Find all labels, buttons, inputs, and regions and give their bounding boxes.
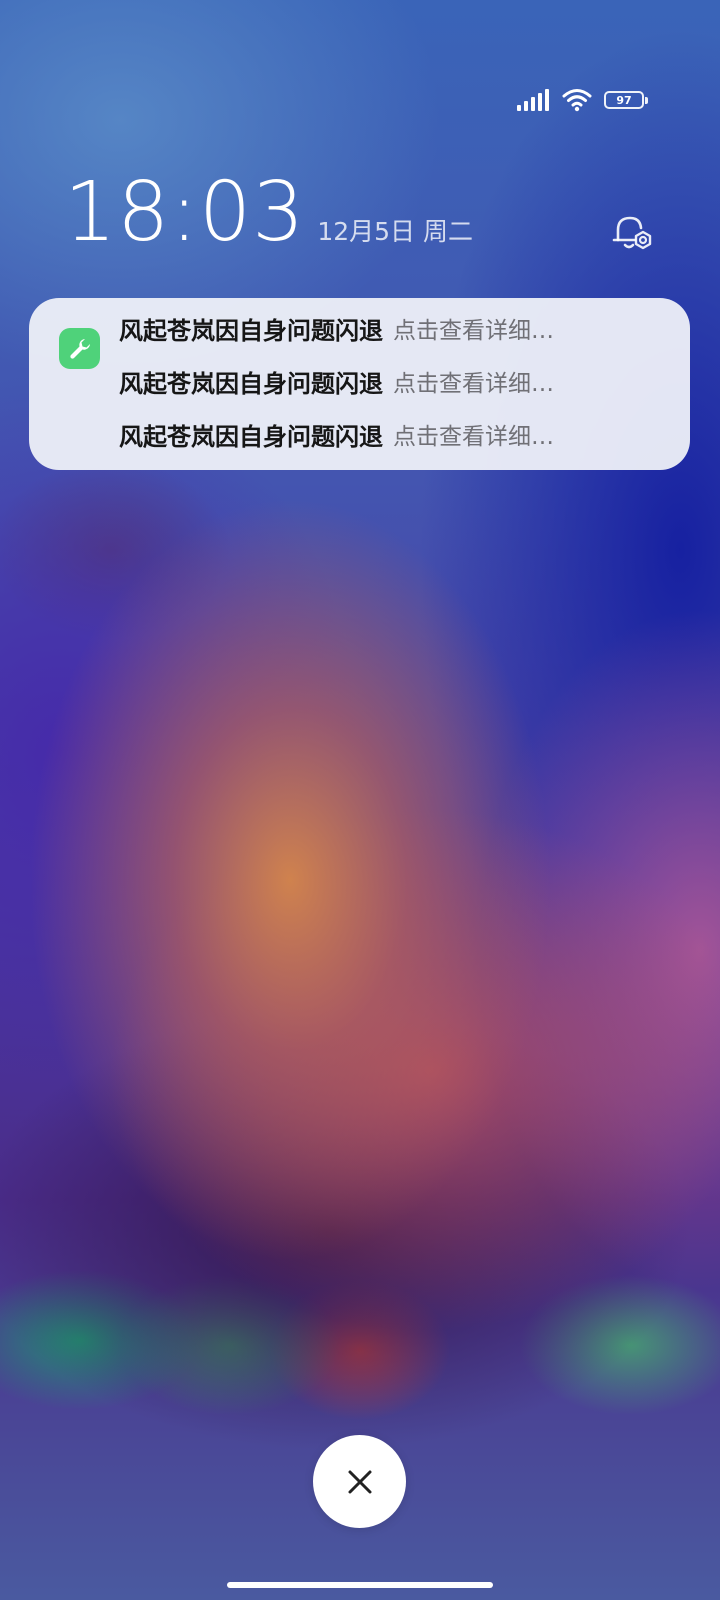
battery-indicator: 97 — [604, 91, 648, 109]
wrench-icon — [69, 338, 90, 359]
app-icon — [59, 328, 100, 369]
lock-clock: 18:03 12月5日 周二 — [64, 172, 473, 254]
battery-level: 97 — [616, 93, 632, 107]
notification-title: 风起苍岚因自身问题闪退 — [119, 422, 383, 451]
notification-title: 风起苍岚因自身问题闪退 — [119, 316, 383, 345]
wifi-icon — [562, 89, 592, 112]
status-bar: 97 — [516, 88, 648, 112]
notification-card[interactable]: 风起苍岚因自身问题闪退 点击查看详细… 风起苍岚因自身问题闪退 点击查看详细… … — [29, 298, 690, 470]
notification-item[interactable]: 风起苍岚因自身问题闪退 点击查看详细… — [119, 308, 554, 348]
notification-item[interactable]: 风起苍岚因自身问题闪退 点击查看详细… — [119, 361, 554, 401]
clock-date: 12月5日 周二 — [317, 217, 473, 246]
notification-settings-icon[interactable] — [610, 210, 658, 258]
notification-body: 点击查看详细… — [393, 371, 554, 397]
lock-screen: 97 18:03 12月5日 周二 风起苍岚因自身问题闪退 点击查看详细… 风起… — [0, 0, 720, 1600]
notification-title: 风起苍岚因自身问题闪退 — [119, 369, 383, 398]
home-indicator[interactable] — [227, 1582, 493, 1588]
notification-body: 点击查看详细… — [393, 318, 554, 344]
clock-time: 18:03 — [64, 165, 306, 260]
notification-item[interactable]: 风起苍岚因自身问题闪退 点击查看详细… — [119, 414, 554, 454]
notification-body: 点击查看详细… — [393, 424, 554, 450]
signal-bars-icon — [517, 89, 549, 111]
close-icon — [348, 1470, 371, 1493]
dismiss-button[interactable] — [313, 1435, 406, 1528]
